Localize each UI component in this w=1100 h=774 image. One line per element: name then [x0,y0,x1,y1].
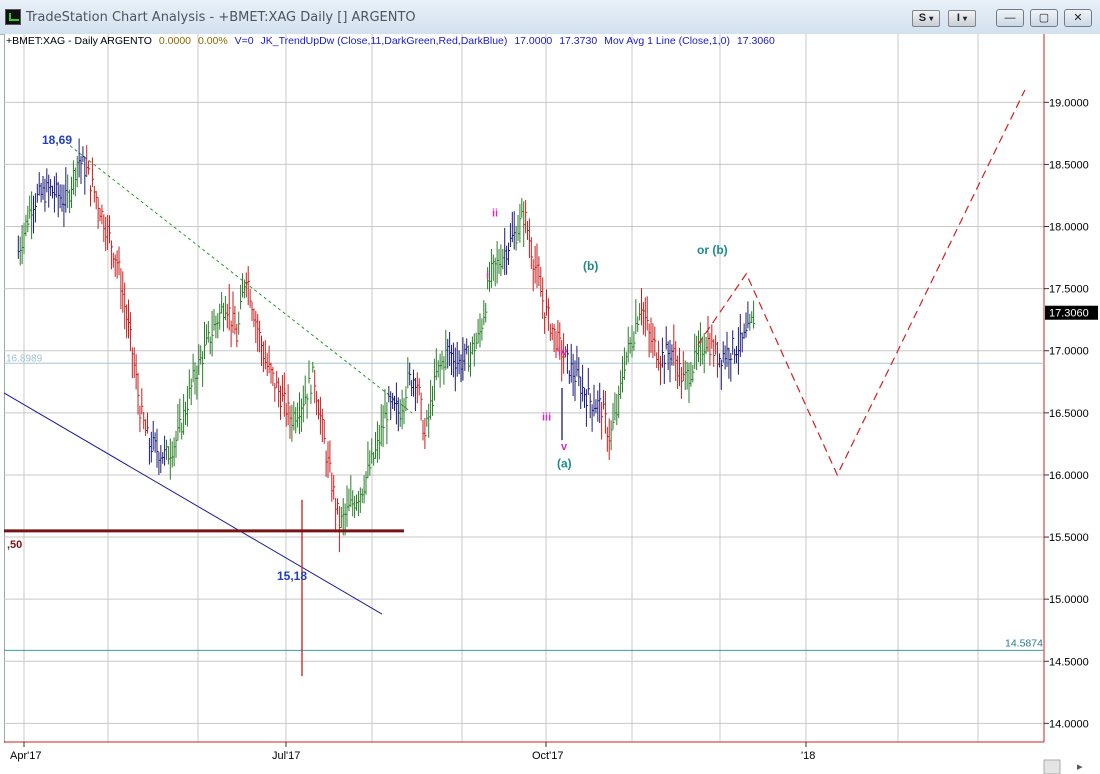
price-axis-label: 14.5000 [1049,656,1089,668]
scrollbar-thumb[interactable] [1043,759,1061,774]
price-axis-label: 16.5000 [1049,408,1089,420]
wave-label: i [486,270,489,282]
symbol-label: +BMET:XAG - Daily ARGENTO [6,35,152,47]
wave-label: or (b) [697,243,728,257]
volume-value: V=0 [234,35,254,47]
support-label: ,50 [7,539,22,551]
mov-avg-value: 17.3060 [736,35,775,47]
wave-label: ii [492,208,498,220]
indicator-label: JK_TrendUpDw (Close,11,DarkGreen,Red,Dar… [260,35,508,47]
time-axis-label: Apr'17 [10,750,41,762]
wave-label: (b) [583,259,598,273]
time-axis-band [4,743,1044,774]
change-value: 0.0000 [158,35,192,47]
price-axis-label: 19.0000 [1049,97,1089,109]
indicator-value-1: 17.0000 [514,35,553,47]
level-label-16-8989: 16.8989 [6,353,43,364]
lower-trendline [3,392,383,615]
projection-path [697,89,1026,477]
price-axis-label: 17.5000 [1049,284,1089,296]
wave-label: v [561,441,568,453]
price-axis-label: 18.5000 [1049,159,1089,171]
price-chart[interactable]: 19.0000 18.5000 18.0000 17.5000 17.0000 16.50… [0,0,1100,774]
wave-label: (a) [557,456,572,470]
wave-label: iv [558,347,568,359]
scroll-right-icon: ▸ [1077,761,1083,773]
level-label-14-5874: 14.5874 [1005,637,1043,649]
chart-info-bar: +BMET:XAG - Daily ARGENTO 0.0000 0.00% V… [6,35,779,47]
last-price-label: 17.3060 [1049,308,1089,320]
price-axis-label: 16.0000 [1049,470,1089,482]
price-axis-label: 14.0000 [1049,718,1089,730]
indicator-value-2: 17.3730 [559,35,598,47]
mov-avg-label: Mov Avg 1 Line (Close,1,0) [604,35,730,47]
price-axis-label: 18.0000 [1049,222,1089,234]
time-axis-label: Oct'17 [532,750,563,762]
low-label-15-18: 15,18 [277,569,307,583]
wave-label: iii [542,411,551,423]
price-axis-label: 17.0000 [1049,346,1089,358]
time-axis-label: '18 [801,750,815,762]
change-pct: 0.00% [197,35,228,47]
price-axis-label: 15.5000 [1049,532,1089,544]
chart-window: TradeStation Chart Analysis - +BMET:XAG … [0,0,1100,774]
price-axis-label: 15.0000 [1049,594,1089,606]
high-label-18-69: 18,69 [42,133,72,147]
time-axis-label: Jul'17 [272,750,300,762]
